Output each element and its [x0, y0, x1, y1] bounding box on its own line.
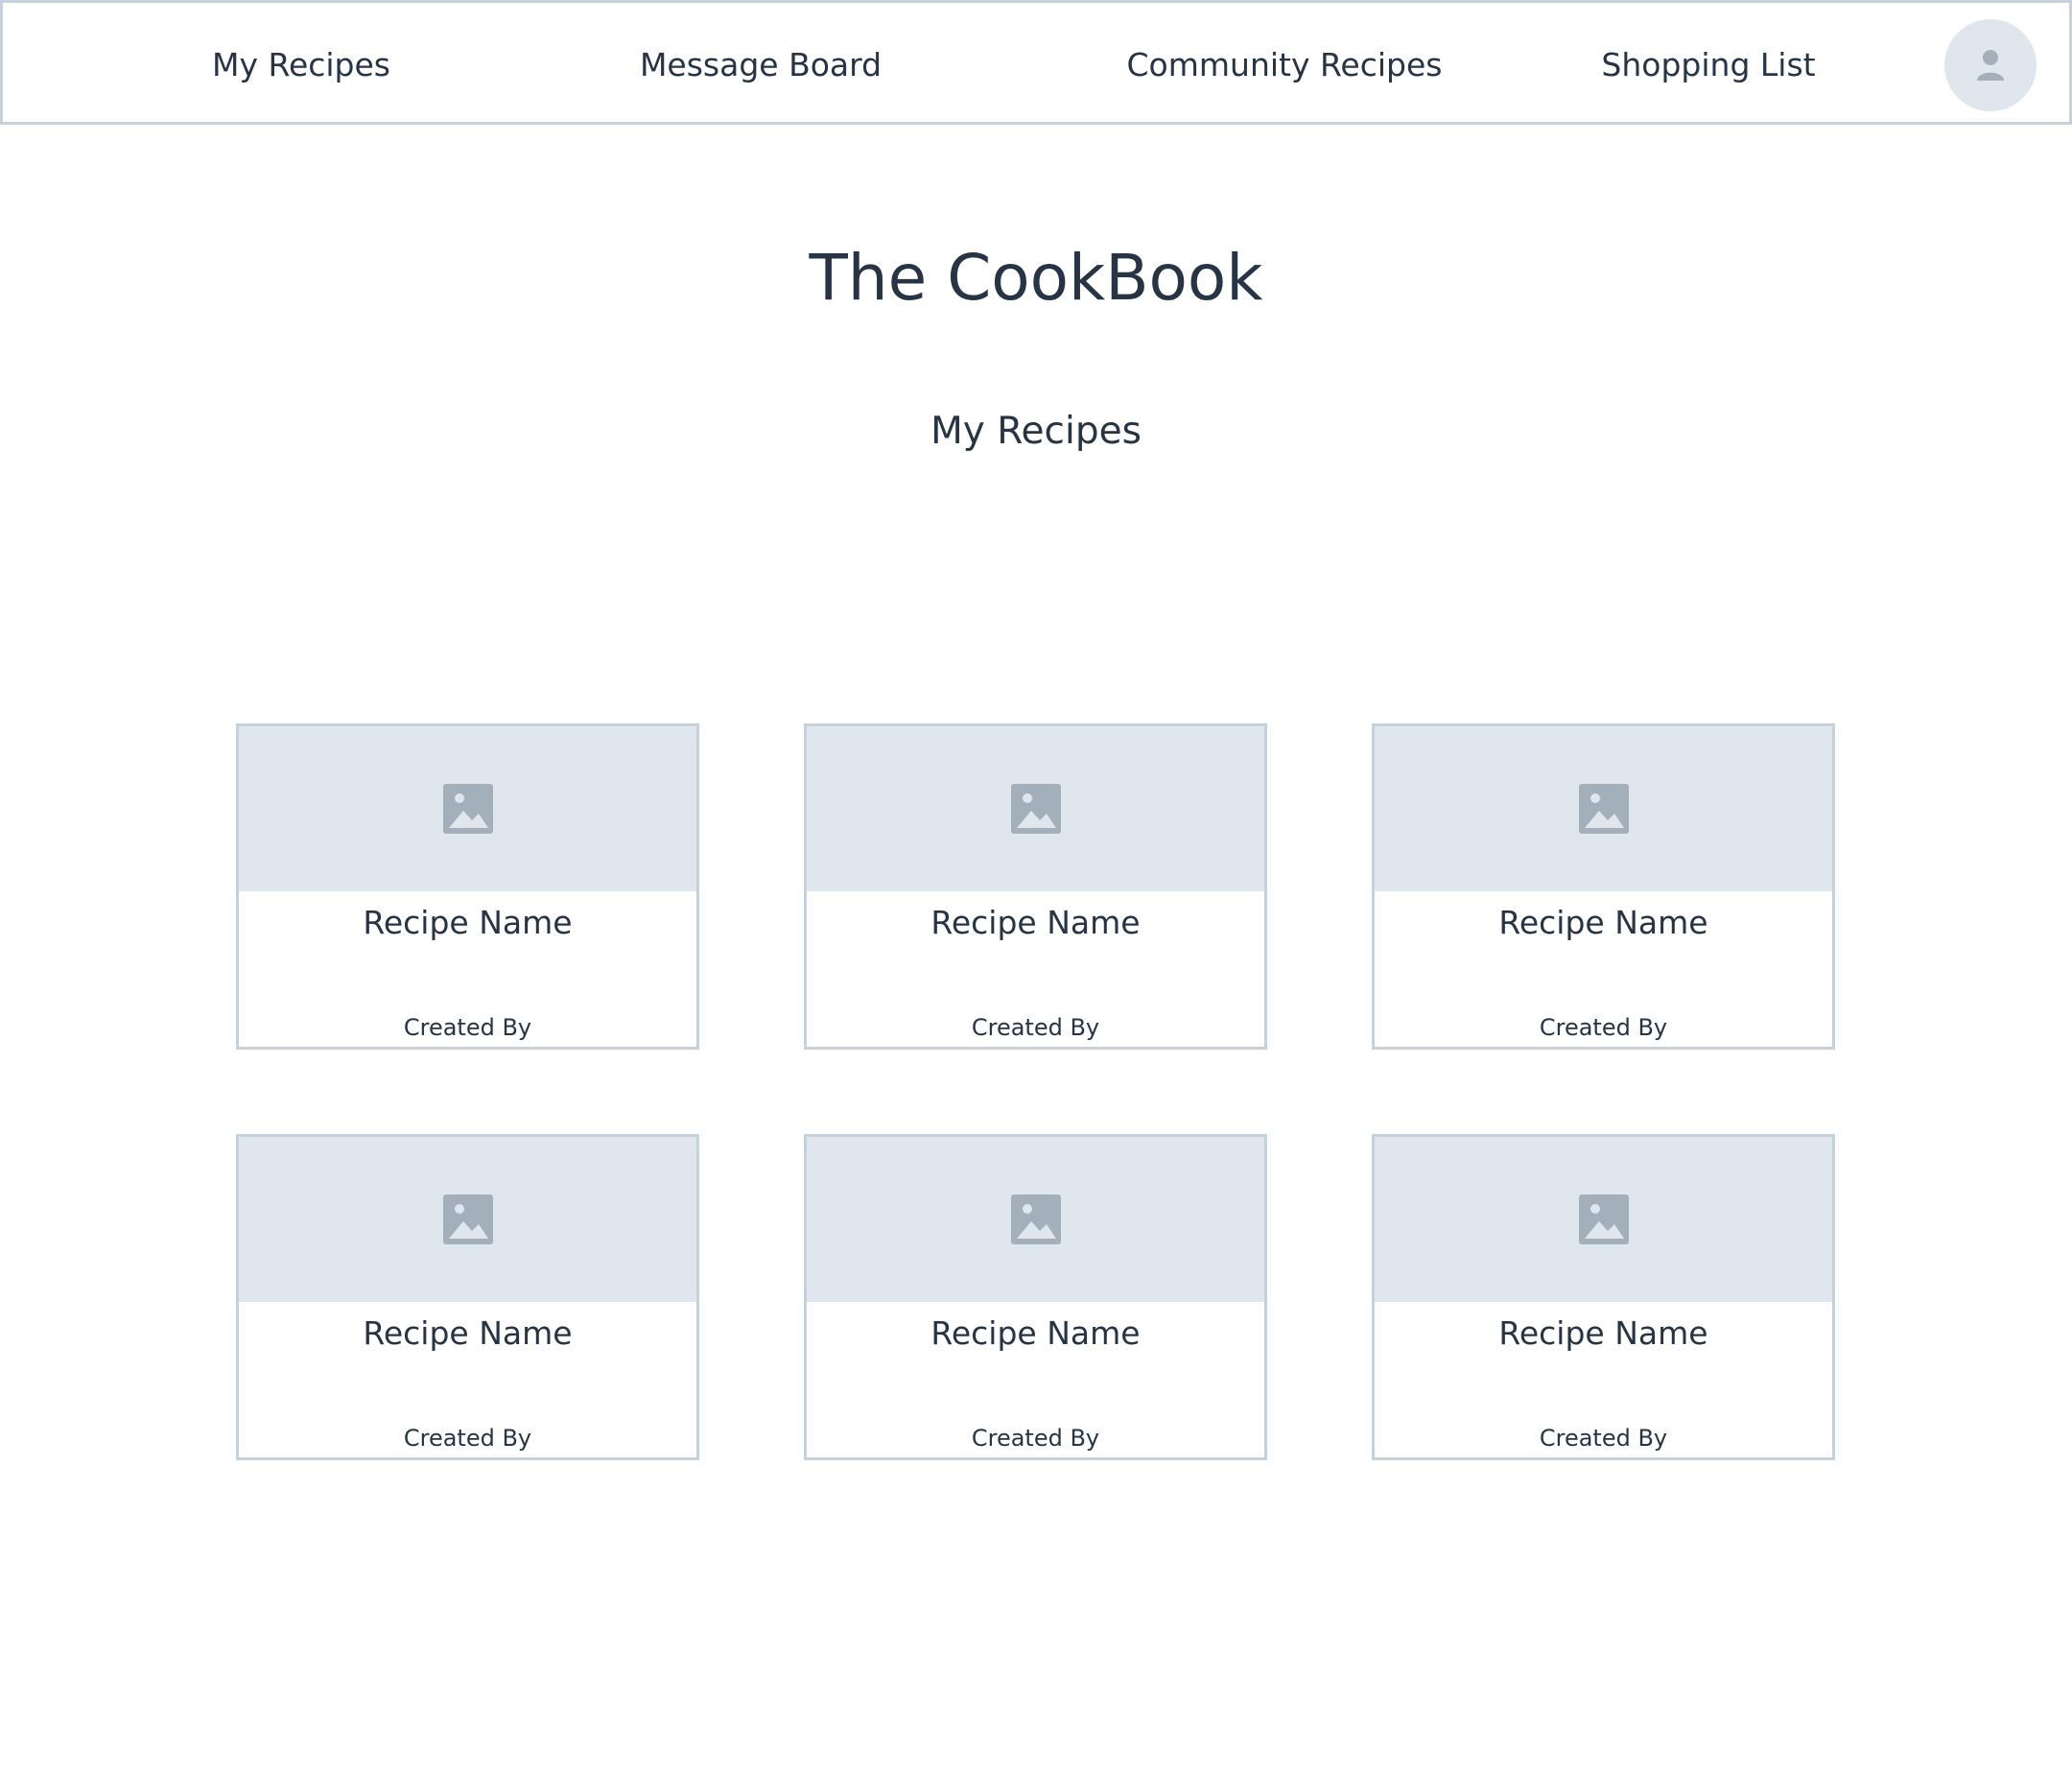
recipe-created-by: Created By — [971, 1014, 1100, 1041]
recipe-created-by: Created By — [971, 1425, 1100, 1452]
recipe-created-by: Created By — [1539, 1425, 1668, 1452]
recipe-created-by: Created By — [1539, 1014, 1668, 1041]
recipe-card[interactable]: Recipe Name Created By — [1372, 1134, 1835, 1460]
top-navigation-bar: My Recipes Message Board Community Recip… — [0, 0, 2072, 125]
image-placeholder-icon — [1578, 1194, 1629, 1244]
recipe-created-by: Created By — [403, 1425, 532, 1452]
app-title: The CookBook — [809, 241, 1263, 315]
nav-message-board[interactable]: Message Board — [640, 3, 882, 128]
recipe-image-placeholder — [1375, 726, 1832, 891]
image-placeholder-icon — [1578, 784, 1629, 834]
image-placeholder-icon — [1010, 784, 1061, 834]
nav-my-recipes[interactable]: My Recipes — [212, 3, 390, 128]
recipe-name: Recipe Name — [930, 1314, 1141, 1352]
profile-avatar-button[interactable] — [1944, 19, 2037, 111]
recipe-image-placeholder — [807, 726, 1264, 891]
recipe-card[interactable]: Recipe Name Created By — [236, 1134, 699, 1460]
image-placeholder-icon — [442, 784, 493, 834]
user-icon — [1977, 50, 2004, 81]
recipe-card[interactable]: Recipe Name Created By — [1372, 723, 1835, 1050]
recipe-name: Recipe Name — [1498, 904, 1708, 941]
image-placeholder-icon — [1010, 1194, 1061, 1244]
recipe-image-placeholder — [239, 1137, 696, 1302]
section-title: My Recipes — [930, 410, 1142, 453]
recipe-image-placeholder — [1375, 1137, 1832, 1302]
recipe-name: Recipe Name — [363, 904, 573, 941]
recipe-card[interactable]: Recipe Name Created By — [236, 723, 699, 1050]
recipe-image-placeholder — [239, 726, 696, 891]
nav-shopping-list[interactable]: Shopping List — [1601, 3, 1815, 128]
image-placeholder-icon — [442, 1194, 493, 1244]
recipe-name: Recipe Name — [930, 904, 1141, 941]
recipe-name: Recipe Name — [1498, 1314, 1708, 1352]
recipe-name: Recipe Name — [363, 1314, 573, 1352]
nav-community-recipes[interactable]: Community Recipes — [1127, 3, 1443, 128]
recipe-card[interactable]: Recipe Name Created By — [804, 1134, 1267, 1460]
recipe-image-placeholder — [807, 1137, 1264, 1302]
recipe-created-by: Created By — [403, 1014, 532, 1041]
recipe-card[interactable]: Recipe Name Created By — [804, 723, 1267, 1050]
